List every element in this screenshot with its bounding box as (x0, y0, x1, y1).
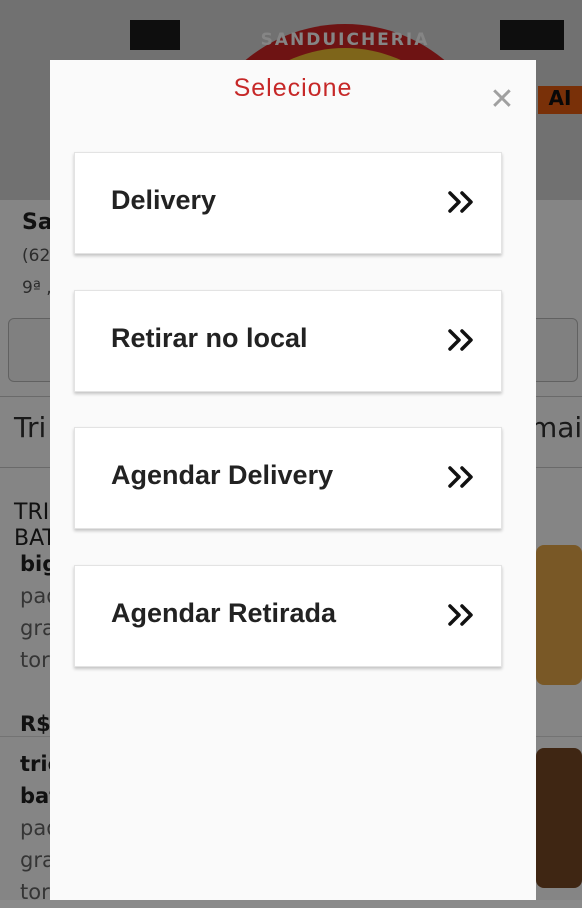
option-retirar-no-local[interactable]: Retirar no local (74, 290, 502, 392)
double-chevron-right-icon (448, 191, 473, 213)
double-chevron-right-icon (448, 329, 473, 351)
option-agendar-delivery[interactable]: Agendar Delivery (74, 427, 502, 529)
option-label: Delivery (111, 185, 217, 215)
modal-title: Selecione (233, 74, 353, 102)
double-chevron-right-icon (448, 466, 473, 488)
double-chevron-right-icon (448, 604, 473, 626)
close-icon[interactable]: ✕ (488, 85, 516, 115)
option-delivery[interactable]: Delivery (74, 152, 502, 254)
selection-modal: Selecione ✕ Delivery Retirar no local Ag… (50, 60, 536, 900)
option-label: Retirar no local (111, 323, 308, 353)
option-agendar-retirada[interactable]: Agendar Retirada (74, 565, 502, 667)
option-label: Agendar Delivery (111, 460, 334, 490)
option-label: Agendar Retirada (111, 598, 337, 628)
